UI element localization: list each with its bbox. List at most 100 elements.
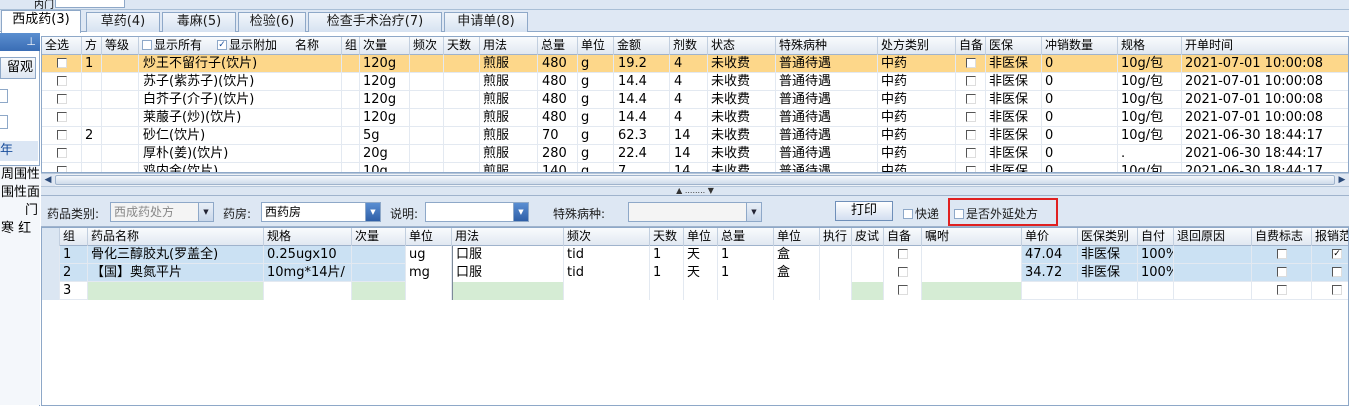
select-cell[interactable] bbox=[42, 91, 82, 109]
prescription-row[interactable]: 3 bbox=[42, 282, 1348, 300]
cell-total[interactable]: 1 bbox=[718, 246, 774, 264]
reimburse-checkbox[interactable] bbox=[1332, 248, 1342, 259]
reimburse-checkbox[interactable] bbox=[1332, 284, 1342, 295]
express-toggle[interactable]: 快递 bbox=[903, 205, 939, 222]
tree-item[interactable]: 寒 红 bbox=[1, 220, 39, 238]
cell-day-unit[interactable] bbox=[684, 282, 718, 300]
horizontal-scrollbar[interactable]: ◀ ▶ bbox=[41, 173, 1349, 187]
history-row[interactable]: 2 砂仁(饮片) 5g 煎服 70 g 62.3 14 未收费 普通待遇 中药 非医保 0 10g/包 20… bbox=[42, 127, 1348, 145]
cell-execute[interactable] bbox=[820, 264, 852, 282]
cell-days[interactable]: 1 bbox=[650, 246, 684, 264]
select-cell[interactable] bbox=[42, 163, 82, 172]
cell-frequency[interactable]: tid bbox=[564, 264, 650, 282]
cell-usage[interactable]: 口服 bbox=[452, 264, 564, 282]
show-all-checkbox[interactable] bbox=[142, 39, 152, 50]
row-select-checkbox[interactable] bbox=[56, 75, 67, 86]
scroll-right-arrow-icon[interactable]: ▶ bbox=[1335, 174, 1349, 186]
cell-execute[interactable] bbox=[820, 246, 852, 264]
cell-dose[interactable] bbox=[352, 246, 406, 264]
self-pay-flag-checkbox[interactable] bbox=[1276, 248, 1287, 259]
tab-application[interactable]: 申请单(8) bbox=[444, 12, 528, 32]
cell-self-pay-flag[interactable] bbox=[1252, 246, 1312, 264]
select-cell[interactable] bbox=[42, 55, 82, 73]
show-extra-toggle[interactable]: 显示附加 bbox=[214, 37, 290, 55]
reimburse-checkbox[interactable] bbox=[1332, 266, 1342, 277]
top-strip-input[interactable] bbox=[55, 0, 125, 8]
express-checkbox[interactable] bbox=[903, 208, 913, 219]
cell-dose-unit[interactable]: mg bbox=[406, 264, 452, 282]
cell-drug-name[interactable]: 【国】奥氮平片 bbox=[88, 264, 264, 282]
cell-days[interactable] bbox=[650, 282, 684, 300]
cell-self-provided[interactable] bbox=[884, 264, 922, 282]
history-row[interactable]: 苏子(紫苏子)(饮片) 120g 煎服 480 g 14.4 4 未收费 普通待遇 中药 非医保 0 1… bbox=[42, 73, 1348, 91]
cell-reimburse-scope[interactable] bbox=[1312, 282, 1348, 300]
cell-usage[interactable] bbox=[452, 282, 564, 300]
history-row[interactable]: 1 炒王不留行子(饮片) 120g 煎服 480 g 19.2 4 未收费 普通待遇 中药 非医保 0 1… bbox=[42, 55, 1348, 73]
description-select[interactable]: ▼ bbox=[425, 202, 529, 222]
print-button[interactable]: 打印 bbox=[835, 201, 893, 221]
cell-instructions[interactable] bbox=[922, 246, 1022, 264]
select-cell[interactable] bbox=[42, 109, 82, 127]
tab-narcotic[interactable]: 毒麻(5) bbox=[162, 12, 236, 32]
history-row[interactable]: 莱菔子(炒)(饮片) 120g 煎服 480 g 14.4 4 未收费 普通待遇 中药 非医保 0 10… bbox=[42, 109, 1348, 127]
cell-self-pay-flag[interactable] bbox=[1252, 264, 1312, 282]
self-provided-cell[interactable] bbox=[956, 73, 986, 91]
cell-skin-test[interactable] bbox=[852, 264, 884, 282]
tree-item[interactable]: 周围性 bbox=[1, 166, 39, 184]
history-row[interactable]: 厚朴(姜)(饮片) 20g 煎服 280 g 22.4 14 未收费 普通待遇 中药 非医保 0. 20… bbox=[42, 145, 1348, 163]
cell-dose-unit[interactable]: ug bbox=[406, 246, 452, 264]
self-provided-checkbox[interactable] bbox=[965, 93, 976, 104]
cell-total-unit[interactable]: 盒 bbox=[774, 264, 820, 282]
pin-icon[interactable]: ⊥ bbox=[26, 35, 36, 48]
select-cell[interactable] bbox=[42, 73, 82, 91]
tree-item[interactable]: 门 bbox=[1, 202, 39, 220]
tab-western-medicine[interactable]: 西成药(3) bbox=[1, 10, 81, 33]
show-all-toggle[interactable]: 显示所有 bbox=[139, 37, 213, 55]
cell-days[interactable]: 1 bbox=[650, 264, 684, 282]
left-checkbox-1[interactable] bbox=[0, 89, 8, 103]
cell-self-provided[interactable] bbox=[884, 282, 922, 300]
tree-item[interactable]: 围性面 bbox=[1, 184, 39, 202]
row-select-checkbox[interactable] bbox=[56, 93, 67, 104]
history-row[interactable]: 白芥子(介子)(饮片) 120g 煎服 480 g 14.4 4 未收费 普通待遇 中药 非医保 0 1… bbox=[42, 91, 1348, 109]
cell-skin-test[interactable] bbox=[852, 282, 884, 300]
self-provided-checkbox[interactable] bbox=[897, 248, 908, 259]
history-row[interactable]: 鸡内金(饮片) 10g 煎服 140 g 7 14 未收费 普通待遇 中药 非医保 0 10g/包 202… bbox=[42, 163, 1348, 172]
self-provided-checkbox[interactable] bbox=[965, 75, 976, 86]
prescription-row[interactable]: 1 骨化三醇胶丸(罗盖全) 0.25ugx10 ug 口服 tid 1 天 1 盒 47.04 非医保… bbox=[42, 246, 1348, 264]
cell-usage[interactable]: 口服 bbox=[452, 246, 564, 264]
cell-frequency[interactable] bbox=[564, 282, 650, 300]
cell-reimburse-scope[interactable] bbox=[1312, 264, 1348, 282]
select-cell[interactable] bbox=[42, 127, 82, 145]
self-pay-flag-checkbox[interactable] bbox=[1276, 266, 1287, 277]
self-provided-cell[interactable] bbox=[956, 91, 986, 109]
self-pay-flag-checkbox[interactable] bbox=[1276, 284, 1287, 295]
header-select-all[interactable]: 全选 bbox=[42, 37, 82, 55]
row-select-checkbox[interactable] bbox=[56, 57, 67, 68]
cell-day-unit[interactable]: 天 bbox=[684, 264, 718, 282]
panel-splitter[interactable]: ▲ ........ ▼ bbox=[41, 187, 1349, 195]
self-provided-checkbox[interactable] bbox=[965, 111, 976, 122]
scroll-thumb[interactable] bbox=[55, 175, 1335, 185]
observation-button[interactable]: 留观 bbox=[0, 57, 36, 79]
row-select-checkbox[interactable] bbox=[56, 165, 67, 172]
pharmacy-select[interactable]: 西药房 ▼ bbox=[261, 202, 381, 222]
cell-day-unit[interactable]: 天 bbox=[684, 246, 718, 264]
self-provided-checkbox[interactable] bbox=[897, 284, 908, 295]
cell-instructions[interactable] bbox=[922, 264, 1022, 282]
cell-dose-unit[interactable] bbox=[406, 282, 452, 300]
cell-execute[interactable] bbox=[820, 282, 852, 300]
chevron-down-icon[interactable]: ▼ bbox=[513, 203, 528, 221]
cell-drug-name[interactable]: 骨化三醇胶丸(罗盖全) bbox=[88, 246, 264, 264]
select-cell[interactable] bbox=[42, 145, 82, 163]
row-select-checkbox[interactable] bbox=[56, 111, 67, 122]
cell-dose[interactable] bbox=[352, 282, 406, 300]
self-provided-checkbox[interactable] bbox=[965, 147, 976, 158]
special-disease-select[interactable]: ▼ bbox=[628, 202, 762, 222]
chevron-down-icon[interactable]: ▼ bbox=[365, 203, 380, 221]
self-provided-checkbox[interactable] bbox=[965, 57, 976, 68]
cell-drug-name[interactable] bbox=[88, 282, 264, 300]
self-provided-checkbox[interactable] bbox=[897, 266, 908, 277]
tab-lab[interactable]: 检验(6) bbox=[238, 12, 306, 32]
self-provided-cell[interactable] bbox=[956, 145, 986, 163]
